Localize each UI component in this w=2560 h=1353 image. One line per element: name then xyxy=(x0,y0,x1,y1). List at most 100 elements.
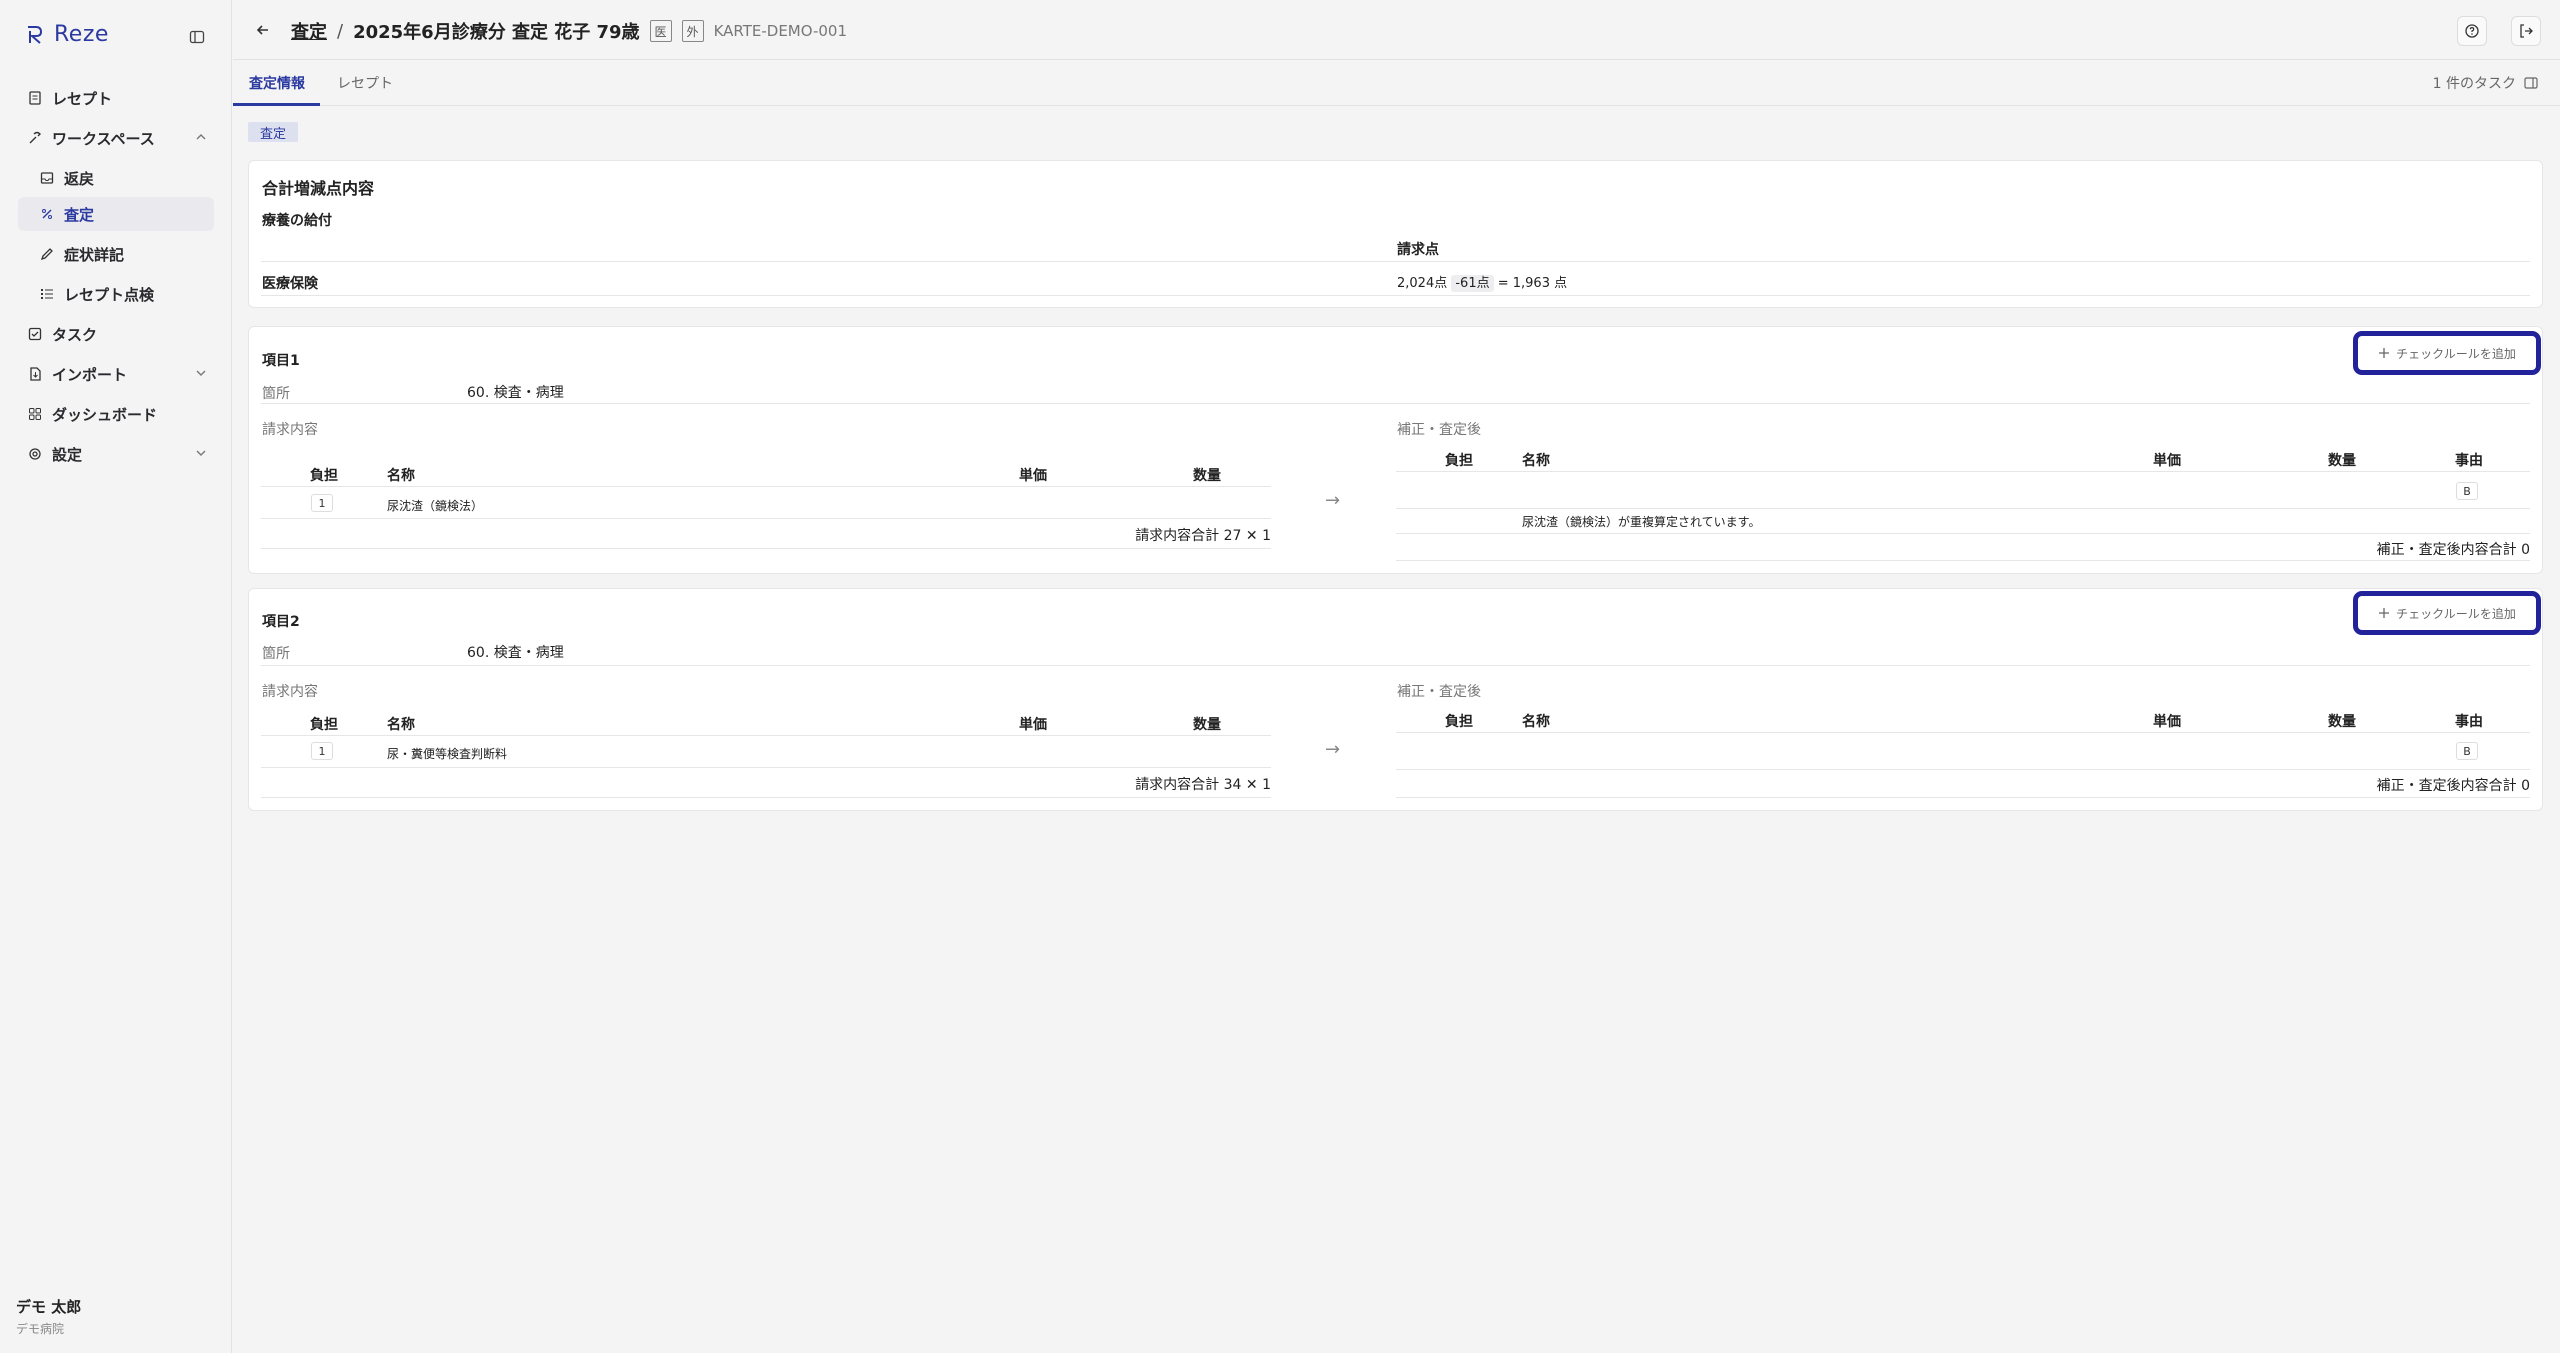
summary-card: 合計増減点内容 療養の給付 請求点 医療保険 2,024点 -61点 = 1,9… xyxy=(248,160,2543,308)
col-unit-price: 単価 xyxy=(1019,717,1047,733)
sidebar-item-dashboard[interactable]: ダッシュボード xyxy=(18,397,214,431)
sidebar-item-tasks[interactable]: タスク xyxy=(18,317,214,351)
chevron-down-icon xyxy=(196,450,206,456)
col-burden: 負担 xyxy=(1445,714,1473,730)
sidebar-item-label: 返戻 xyxy=(64,169,95,188)
pencil-icon xyxy=(40,248,53,261)
add-check-rule-button[interactable]: チェックルールを追加 xyxy=(2353,591,2541,635)
col-unit-price: 単価 xyxy=(1019,468,1047,484)
add-check-rule-label: チェックルールを追加 xyxy=(2396,346,2516,361)
after-section-label: 補正・査定後 xyxy=(1397,422,1481,438)
sidebar-item-label: 設定 xyxy=(52,445,83,464)
sidebar-item-label: レセプト点検 xyxy=(64,285,155,304)
sidebar-item-label: レセプト xyxy=(52,89,113,108)
active-tab-indicator xyxy=(233,103,320,106)
sidebar-toggle-button[interactable] xyxy=(184,24,210,50)
location-value: 60. 検査・病理 xyxy=(467,645,564,661)
divider xyxy=(1396,560,2530,561)
sidebar-item-import[interactable]: インポート xyxy=(18,357,214,391)
after-note: 尿沈渣（鏡検法）が重複算定されています。 xyxy=(1522,515,1761,529)
divider xyxy=(261,767,1271,768)
col-name: 名称 xyxy=(387,468,415,484)
divider xyxy=(261,665,2530,666)
list-check-icon xyxy=(41,289,53,299)
app-name: Reze xyxy=(54,22,109,47)
add-check-rule-button[interactable]: チェックルールを追加 xyxy=(2353,331,2541,375)
sidebar-item-label: ダッシュボード xyxy=(52,405,158,424)
divider xyxy=(1396,797,2530,798)
task-panel-toggle[interactable]: 1 件のタスク xyxy=(2433,73,2538,93)
breadcrumb: 査定 / 2025年6月診療分 査定 花子 79歳 医 外 KARTE-DEMO… xyxy=(291,18,847,44)
item-title: 項目1 xyxy=(262,353,300,369)
user-profile[interactable]: デモ 太郎 デモ病院 xyxy=(16,1296,81,1337)
delta-points: -61点 xyxy=(1451,275,1494,292)
burden-value: 1 xyxy=(311,494,333,512)
burden-value: 1 xyxy=(311,742,333,760)
divider xyxy=(1396,508,2530,509)
divider xyxy=(261,797,1271,798)
percent-icon xyxy=(42,209,52,219)
after-total: 補正・査定後内容合計 0 xyxy=(2376,542,2530,558)
arrow-left-icon xyxy=(256,25,268,35)
col-name: 名称 xyxy=(1522,453,1550,469)
location-label: 箇所 xyxy=(262,386,290,402)
points-summary: 2,024点 -61点 = 1,963 点 xyxy=(1397,272,1568,292)
sidebar-item-henrei[interactable]: 返戻 xyxy=(18,161,214,195)
logout-icon xyxy=(2520,24,2533,38)
help-button[interactable] xyxy=(2457,16,2487,46)
task-count-label: 1 件のタスク xyxy=(2432,76,2516,92)
divider xyxy=(1396,471,2530,472)
back-button[interactable] xyxy=(251,18,275,42)
after-total: 補正・査定後内容合計 0 xyxy=(2376,778,2530,794)
divider xyxy=(1396,769,2530,770)
panel-right-icon xyxy=(2524,77,2538,89)
location-value: 60. 検査・病理 xyxy=(467,385,564,401)
claim-total: 請求内容合計 34 ✕ 1 xyxy=(1135,777,1271,793)
location-label: 箇所 xyxy=(262,646,290,662)
karte-id: KARTE-DEMO-001 xyxy=(713,22,848,40)
sidebar-item-receipt[interactable]: レセプト xyxy=(18,81,214,115)
user-name: デモ 太郎 xyxy=(16,1298,82,1316)
breadcrumb-link-satei[interactable]: 査定 xyxy=(291,18,327,44)
sidebar-item-satei[interactable]: 査定 xyxy=(18,197,214,231)
item-title: 項目2 xyxy=(262,614,300,630)
sidebar-item-label: ワークスペース xyxy=(52,129,155,148)
col-name: 名称 xyxy=(1522,714,1550,730)
claim-item-name: 尿・糞便等検査判断料 xyxy=(387,747,508,761)
col-quantity: 数量 xyxy=(2328,453,2356,469)
claim-section-label: 請求内容 xyxy=(262,422,318,438)
tab-satei-info[interactable]: 査定情報 xyxy=(249,73,305,93)
reason-code: B xyxy=(2456,742,2478,760)
divider xyxy=(261,518,1271,519)
sidebar-item-workspace[interactable]: ワークスペース xyxy=(18,121,214,155)
divider xyxy=(1396,533,2530,534)
col-unit-price: 単価 xyxy=(2153,453,2181,469)
add-check-rule-label: チェックルールを追加 xyxy=(2396,606,2516,621)
divider xyxy=(261,548,1271,549)
app-logo[interactable]: Reze xyxy=(24,22,109,47)
document-icon xyxy=(29,91,41,105)
result-points: = 1,963 点 xyxy=(1497,276,1568,291)
medical-tag: 医 xyxy=(649,20,672,42)
sidebar-item-label: タスク xyxy=(52,325,98,344)
sidebar: Reze レセプト ワークスペース 返戻 査定 症状詳記 レセプト点検 タスク … xyxy=(0,0,232,1353)
logout-button[interactable] xyxy=(2511,16,2541,46)
arrow-right-icon: → xyxy=(1325,739,1341,760)
sidebar-item-symptom-notes[interactable]: 症状詳記 xyxy=(18,237,214,271)
status-badge: 査定 xyxy=(248,122,299,142)
page-header: 査定 / 2025年6月診療分 査定 花子 79歳 医 外 KARTE-DEMO… xyxy=(233,0,2560,60)
item-card-2: 項目2 チェックルールを追加 箇所 60. 検査・病理 請求内容 負担 名称 単… xyxy=(248,588,2543,811)
col-unit-price: 単価 xyxy=(2153,714,2181,730)
claim-section-label: 請求内容 xyxy=(262,684,318,700)
breadcrumb-separator: / xyxy=(337,20,344,42)
plus-icon xyxy=(2379,348,2390,358)
divider xyxy=(261,403,2530,404)
tools-icon xyxy=(29,131,41,144)
tab-receipt[interactable]: レセプト xyxy=(337,73,393,93)
sidebar-item-settings[interactable]: 設定 xyxy=(18,437,214,471)
sidebar-item-receipt-check[interactable]: レセプト点検 xyxy=(18,277,214,311)
item-card-1: 項目1 チェックルールを追加 箇所 60. 検査・病理 請求内容 負担 名称 単… xyxy=(248,326,2543,574)
col-reason: 事由 xyxy=(2455,714,2483,730)
sidebar-item-label: インポート xyxy=(52,365,128,384)
col-quantity: 数量 xyxy=(1193,468,1221,484)
